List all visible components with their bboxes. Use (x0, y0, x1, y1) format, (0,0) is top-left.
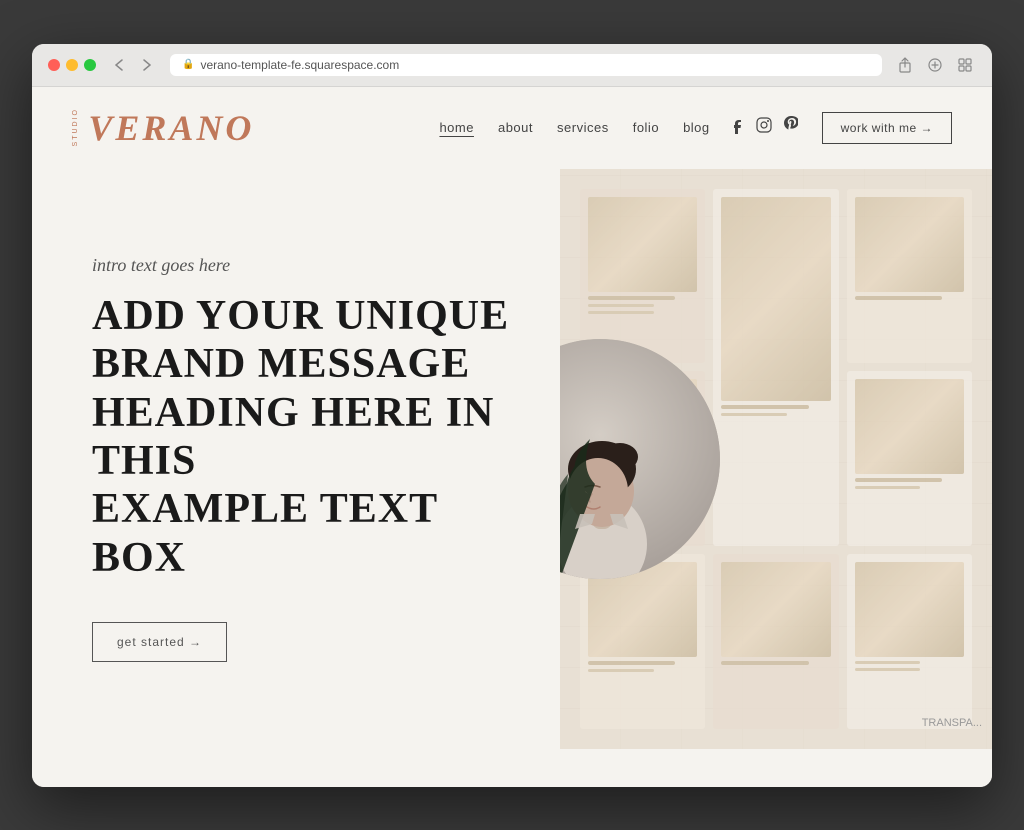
url-text: verano-template-fe.squarespace.com (200, 58, 399, 72)
card-line-sm (855, 486, 921, 489)
browser-toolbar: 🔒 verano-template-fe.squarespace.com (32, 44, 992, 87)
nav-link-home[interactable]: home (439, 120, 474, 135)
nav-link-blog[interactable]: blog (683, 120, 710, 135)
lock-icon: 🔒 (182, 59, 194, 70)
browser-nav-buttons (108, 54, 158, 76)
forward-button[interactable] (136, 54, 158, 76)
instagram-icon[interactable] (756, 117, 772, 138)
design-card-6 (580, 554, 705, 729)
browser-action-buttons (894, 54, 976, 76)
hero-heading-line3: HEADING HERE IN THIS (92, 390, 494, 484)
new-tab-button[interactable] (924, 54, 946, 76)
card-line-sm (855, 661, 921, 664)
card-line (855, 296, 942, 300)
browser-window: 🔒 verano-template-fe.squarespace.com STU… (32, 44, 992, 787)
site-nav: home about services folio blog work (439, 112, 952, 144)
card-line (588, 296, 675, 300)
hero-heading: ADD YOUR UNIQUE BRAND MESSAGE HEADING HE… (92, 292, 510, 582)
card-line (855, 478, 942, 482)
design-card-8 (847, 554, 972, 729)
hero-right-panel: TRANSPA... (560, 169, 992, 749)
hero-section: intro text goes here ADD YOUR UNIQUE BRA… (32, 169, 992, 749)
nav-link-folio[interactable]: folio (633, 120, 659, 135)
facebook-icon[interactable] (734, 116, 744, 139)
card-line (588, 661, 675, 665)
hero-heading-line2: BRAND MESSAGE (92, 341, 470, 387)
nav-link-about[interactable]: about (498, 120, 533, 135)
work-with-me-button[interactable]: work with me → (822, 112, 952, 144)
card-line (721, 405, 808, 409)
nav-link-services[interactable]: services (557, 120, 609, 135)
pinterest-icon[interactable] (784, 116, 798, 139)
design-card-3 (847, 189, 972, 364)
share-button[interactable] (894, 54, 916, 76)
card-line-sm2 (588, 311, 654, 314)
minimize-dot[interactable] (66, 59, 78, 71)
design-card-1 (580, 189, 705, 364)
card-line (721, 661, 808, 665)
design-card-7 (713, 554, 838, 729)
design-card-5 (847, 371, 972, 546)
close-dot[interactable] (48, 59, 60, 71)
window-controls (48, 59, 96, 71)
back-button[interactable] (108, 54, 130, 76)
design-card-2 (713, 189, 838, 546)
logo-area: STUDIO VERANO (72, 107, 254, 149)
hero-left-panel: intro text goes here ADD YOUR UNIQUE BRA… (32, 169, 560, 749)
get-started-button[interactable]: get started → (92, 622, 227, 662)
card-line-sm (721, 413, 787, 416)
hero-heading-line1: ADD YOUR UNIQUE (92, 293, 509, 339)
site-header: STUDIO VERANO home about services folio … (32, 87, 992, 169)
card-line-sm2 (855, 668, 921, 671)
social-icons (734, 116, 798, 139)
maximize-dot[interactable] (84, 59, 96, 71)
tab-overview-button[interactable] (954, 54, 976, 76)
address-bar[interactable]: 🔒 verano-template-fe.squarespace.com (170, 54, 882, 76)
logo-main-text[interactable]: VERANO (88, 107, 254, 149)
card-line-sm (588, 304, 654, 307)
logo-side-text: STUDIO (72, 108, 80, 146)
watermark-text: TRANSPA... (922, 717, 982, 729)
hero-heading-line4: EXAMPLE TEXT BOX (92, 486, 437, 580)
website-content: STUDIO VERANO home about services folio … (32, 87, 992, 787)
hero-intro-text: intro text goes here (92, 255, 510, 276)
card-line-sm (588, 669, 654, 672)
